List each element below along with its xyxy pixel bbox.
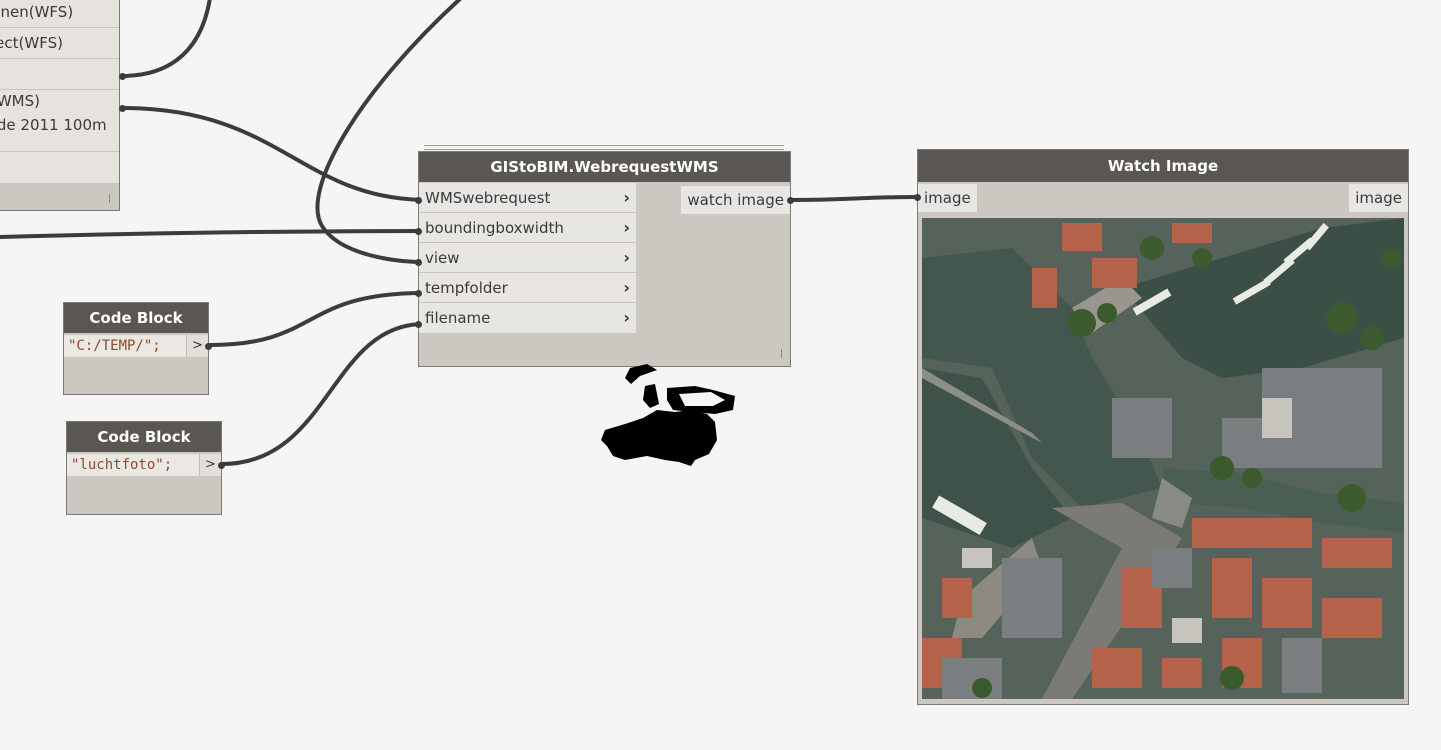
port-label: filename: [425, 309, 491, 327]
output-port-watch-image[interactable]: watch image: [681, 186, 790, 214]
aerial-photo-preview-image: [922, 218, 1404, 699]
chevron-right-icon: ›: [623, 188, 630, 207]
port-label: WMSwebrequest: [425, 189, 551, 207]
aerial-photo-icon: [922, 218, 1404, 699]
output-port-dot[interactable]: [119, 105, 126, 112]
wire-watch-image: [790, 195, 918, 202]
input-port-filename[interactable]: filename ›: [419, 303, 636, 333]
wire-tempfolder: [208, 291, 426, 347]
geometry-preview: [601, 364, 735, 466]
wire-boundingbox: [0, 229, 426, 239]
input-port-dot[interactable]: [914, 194, 921, 201]
output-port-image[interactable]: image: [1349, 184, 1408, 212]
node-title: Code Block: [67, 422, 221, 452]
port-label: boundingboxwidth: [425, 219, 564, 237]
left-node-row-5: rde 2011 100m: [0, 112, 119, 152]
node-title: Code Block: [64, 303, 208, 333]
code-input-field[interactable]: "luchtfoto";: [67, 454, 199, 476]
input-port-tempfolder[interactable]: tempfolder ›: [419, 273, 636, 303]
input-port-wmswebrequest[interactable]: WMSwebrequest ›: [419, 183, 636, 213]
left-node-row-4: (WMS): [0, 90, 119, 112]
left-node-row-6: [0, 152, 119, 184]
node-title: Watch Image: [918, 150, 1408, 182]
chevron-right-icon: ›: [623, 278, 630, 297]
chevron-right-icon: ›: [623, 218, 630, 237]
left-node-row-2: ject(WFS): [0, 28, 119, 59]
input-port-dot[interactable]: [415, 290, 422, 297]
left-node-row-3: ): [0, 59, 119, 90]
wire-left-to-top: [120, 0, 212, 78]
input-port-image[interactable]: image: [918, 184, 977, 212]
resize-handle[interactable]: [109, 194, 110, 203]
port-label: view: [425, 249, 460, 267]
code-block-node-filename[interactable]: Code Block "luchtfoto"; >: [66, 421, 225, 515]
chevron-right-icon: ›: [623, 308, 630, 327]
port-label: tempfolder: [425, 279, 508, 297]
output-port-dot[interactable]: [205, 343, 212, 350]
wire-wms-request: [120, 106, 426, 202]
chevron-right-icon: ›: [623, 248, 630, 267]
wire-filename: [220, 322, 426, 466]
code-input-field[interactable]: "C:/TEMP/";: [64, 335, 186, 357]
input-port-dot[interactable]: [415, 321, 422, 328]
webrequest-wms-node[interactable]: GIStoBIM.WebrequestWMS WMSwebrequest › b…: [415, 151, 794, 367]
node-title: GIStoBIM.WebrequestWMS: [419, 152, 790, 182]
node-stack-indicator: [424, 145, 784, 150]
left-node-row-1: nnen(WFS): [0, 0, 119, 28]
input-port-dot[interactable]: [415, 197, 422, 204]
resize-handle[interactable]: [781, 349, 782, 358]
left-source-node[interactable]: nnen(WFS) ject(WFS) ) (WMS) rde 2011 100…: [0, 0, 126, 211]
output-port-dot[interactable]: [218, 462, 225, 469]
input-port-dot[interactable]: [415, 228, 422, 235]
output-port-dot[interactable]: [787, 197, 794, 204]
input-port-dot[interactable]: [415, 259, 422, 266]
output-port-dot[interactable]: [119, 73, 126, 80]
input-port-boundingboxwidth[interactable]: boundingboxwidth ›: [419, 213, 636, 243]
input-port-view[interactable]: view ›: [419, 243, 636, 273]
code-block-node-tempfolder[interactable]: Code Block "C:/TEMP/"; >: [63, 302, 212, 395]
graph-canvas[interactable]: nnen(WFS) ject(WFS) ) (WMS) rde 2011 100…: [0, 0, 1441, 750]
